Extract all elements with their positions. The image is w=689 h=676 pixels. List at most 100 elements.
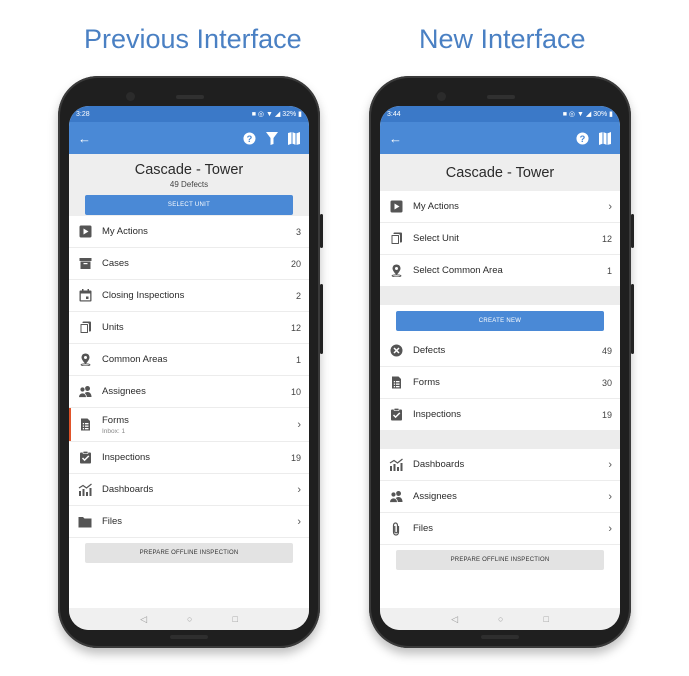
menu-item-units[interactable]: Units 12 — [69, 312, 309, 344]
menu-item-count: 12 — [290, 322, 301, 333]
people-icon — [78, 385, 92, 399]
defects-count: 49 Defects — [169, 180, 209, 189]
play-icon — [78, 225, 92, 239]
menu-item-inspections[interactable]: Inspections 19 — [69, 442, 309, 474]
chevron-right-icon: › — [297, 515, 301, 528]
phone-new: 3:44 ■ ◎ ▼ ◢ 30% ▮ ← ? Cascade - Tower M… — [369, 76, 634, 648]
menu-item-files[interactable]: Files › — [380, 513, 620, 545]
calendar-icon — [78, 289, 92, 303]
menu-item-count: 3 — [295, 226, 301, 237]
location-icon — [78, 353, 92, 367]
speaker — [176, 95, 204, 99]
prepare-offline-button[interactable]: PREPARE OFFLINE INSPECTION — [85, 543, 293, 563]
menu-item-select-common-area[interactable]: Select Common Area 1 — [380, 255, 620, 287]
menu-item-label: Closing Inspections — [102, 290, 185, 301]
menu-item-count: 2 — [295, 290, 301, 301]
menu-item-select-unit[interactable]: Select Unit 12 — [380, 223, 620, 255]
menu-item-defects[interactable]: Defects 49 — [380, 335, 620, 367]
heading-new: New Interface — [419, 24, 586, 54]
toolbar: ← ? — [69, 122, 309, 154]
menu-item-label: Inspections — [102, 452, 151, 463]
folder-box-icon — [78, 257, 92, 271]
chevron-right-icon: › — [608, 522, 612, 535]
menu-item-count: 20 — [290, 258, 301, 269]
create-new-button[interactable]: CREATE NEW — [396, 311, 604, 331]
nav-recents-icon[interactable]: □ — [232, 614, 237, 624]
menu-item-common-areas[interactable]: Common Areas 1 — [69, 344, 309, 376]
filter-icon[interactable] — [266, 131, 278, 145]
status-time: 3:44 — [387, 110, 401, 118]
project-header: Cascade - Tower 49 Defects SELECT UNIT — [69, 154, 309, 216]
menu-item-count: 10 — [290, 386, 301, 397]
map-icon[interactable] — [288, 131, 300, 145]
menu-item-forms[interactable]: Forms Inbox: 1 › — [69, 408, 309, 442]
camera — [126, 92, 135, 101]
people-icon — [389, 490, 403, 504]
screen-previous: 3:28 ■ ◎ ▼ ◢ 32% ▮ ← ? Cascade - Tower 4… — [69, 106, 309, 630]
menu-item-label: Files — [102, 516, 123, 527]
nav-back-icon[interactable]: ◁ — [451, 614, 458, 625]
chevron-right-icon: › — [608, 458, 612, 471]
help-icon[interactable]: ? — [243, 131, 256, 145]
select-unit-button[interactable]: SELECT UNIT — [85, 195, 293, 215]
nav-home-icon[interactable]: ○ — [498, 614, 503, 624]
menu-item-dashboards[interactable]: Dashboards › — [380, 449, 620, 481]
toolbar: ← ? — [380, 122, 620, 154]
form-icon — [78, 418, 92, 432]
project-title: Cascade - Tower — [445, 165, 555, 181]
back-arrow-icon[interactable]: ← — [389, 131, 566, 146]
phone-previous: 3:28 ■ ◎ ▼ ◢ 32% ▮ ← ? Cascade - Tower 4… — [58, 76, 323, 648]
chart-icon — [78, 483, 92, 497]
play-icon — [389, 200, 403, 214]
chevron-right-icon: › — [297, 418, 301, 431]
menu-item-label: Units — [102, 322, 124, 333]
menu-item-count: 19 — [601, 409, 612, 420]
android-nav-bar: ◁ ○ □ — [380, 608, 620, 630]
nav-home-icon[interactable]: ○ — [187, 614, 192, 624]
menu-item-label: Dashboards — [102, 484, 154, 495]
back-arrow-icon[interactable]: ← — [78, 131, 233, 146]
menu-item-label: Inspections — [413, 409, 462, 420]
menu-item-label: Defects — [413, 345, 446, 356]
menu-item-count: 49 — [601, 345, 612, 356]
menu-item-count: 19 — [290, 452, 301, 463]
menu-item-inspections[interactable]: Inspections 19 — [380, 399, 620, 431]
status-bar: 3:28 ■ ◎ ▼ ◢ 32% ▮ — [69, 106, 309, 122]
chart-icon — [389, 458, 403, 472]
folder-icon — [78, 515, 92, 529]
status-bar: 3:44 ■ ◎ ▼ ◢ 30% ▮ — [380, 106, 620, 122]
android-nav-bar: ◁ ○ □ — [69, 608, 309, 630]
heading-previous: Previous Interface — [84, 24, 302, 54]
clipboard-check-icon — [389, 408, 403, 422]
menu-item-assignees[interactable]: Assignees 10 — [69, 376, 309, 408]
menu-group-1: My Actions › Select Unit 12 Select Common Ar… — [380, 191, 620, 287]
menu-item-closing-inspections[interactable]: Closing Inspections 2 — [69, 280, 309, 312]
menu-item-files[interactable]: Files › — [69, 506, 309, 538]
menu-item-label: Assignees — [413, 491, 457, 502]
chevron-right-icon: › — [297, 483, 301, 496]
status-icons: ■ ◎ ▼ ◢ 32% ▮ — [251, 111, 302, 118]
menu-item-label: Select Common Area — [413, 265, 503, 276]
camera — [437, 92, 446, 101]
menu-item-count: 30 — [601, 377, 612, 388]
nav-recents-icon[interactable]: □ — [543, 614, 548, 624]
menu-item-count: 12 — [601, 233, 612, 244]
menu-item-dashboards[interactable]: Dashboards › — [69, 474, 309, 506]
status-time: 3:28 — [76, 110, 90, 118]
menu-item-forms[interactable]: Forms 30 — [380, 367, 620, 399]
nav-back-icon[interactable]: ◁ — [140, 614, 147, 625]
chevron-right-icon: › — [608, 490, 612, 503]
menu-item-assignees[interactable]: Assignees › — [380, 481, 620, 513]
menu-item-label: Cases — [102, 258, 129, 269]
menu-item-my-actions[interactable]: My Actions 3 — [69, 216, 309, 248]
map-icon[interactable] — [599, 131, 611, 145]
paperclip-icon — [389, 521, 403, 536]
help-icon[interactable]: ? — [576, 131, 589, 145]
menu-item-my-actions[interactable]: My Actions › — [380, 191, 620, 223]
copy-icon — [389, 232, 403, 246]
status-icons: ■ ◎ ▼ ◢ 30% ▮ — [562, 111, 613, 118]
menu-item-cases[interactable]: Cases 20 — [69, 248, 309, 280]
prepare-offline-button[interactable]: PREPARE OFFLINE INSPECTION — [396, 550, 604, 570]
screen-new: 3:44 ■ ◎ ▼ ◢ 30% ▮ ← ? Cascade - Tower M… — [380, 106, 620, 630]
menu-item-label: Forms — [413, 377, 440, 388]
